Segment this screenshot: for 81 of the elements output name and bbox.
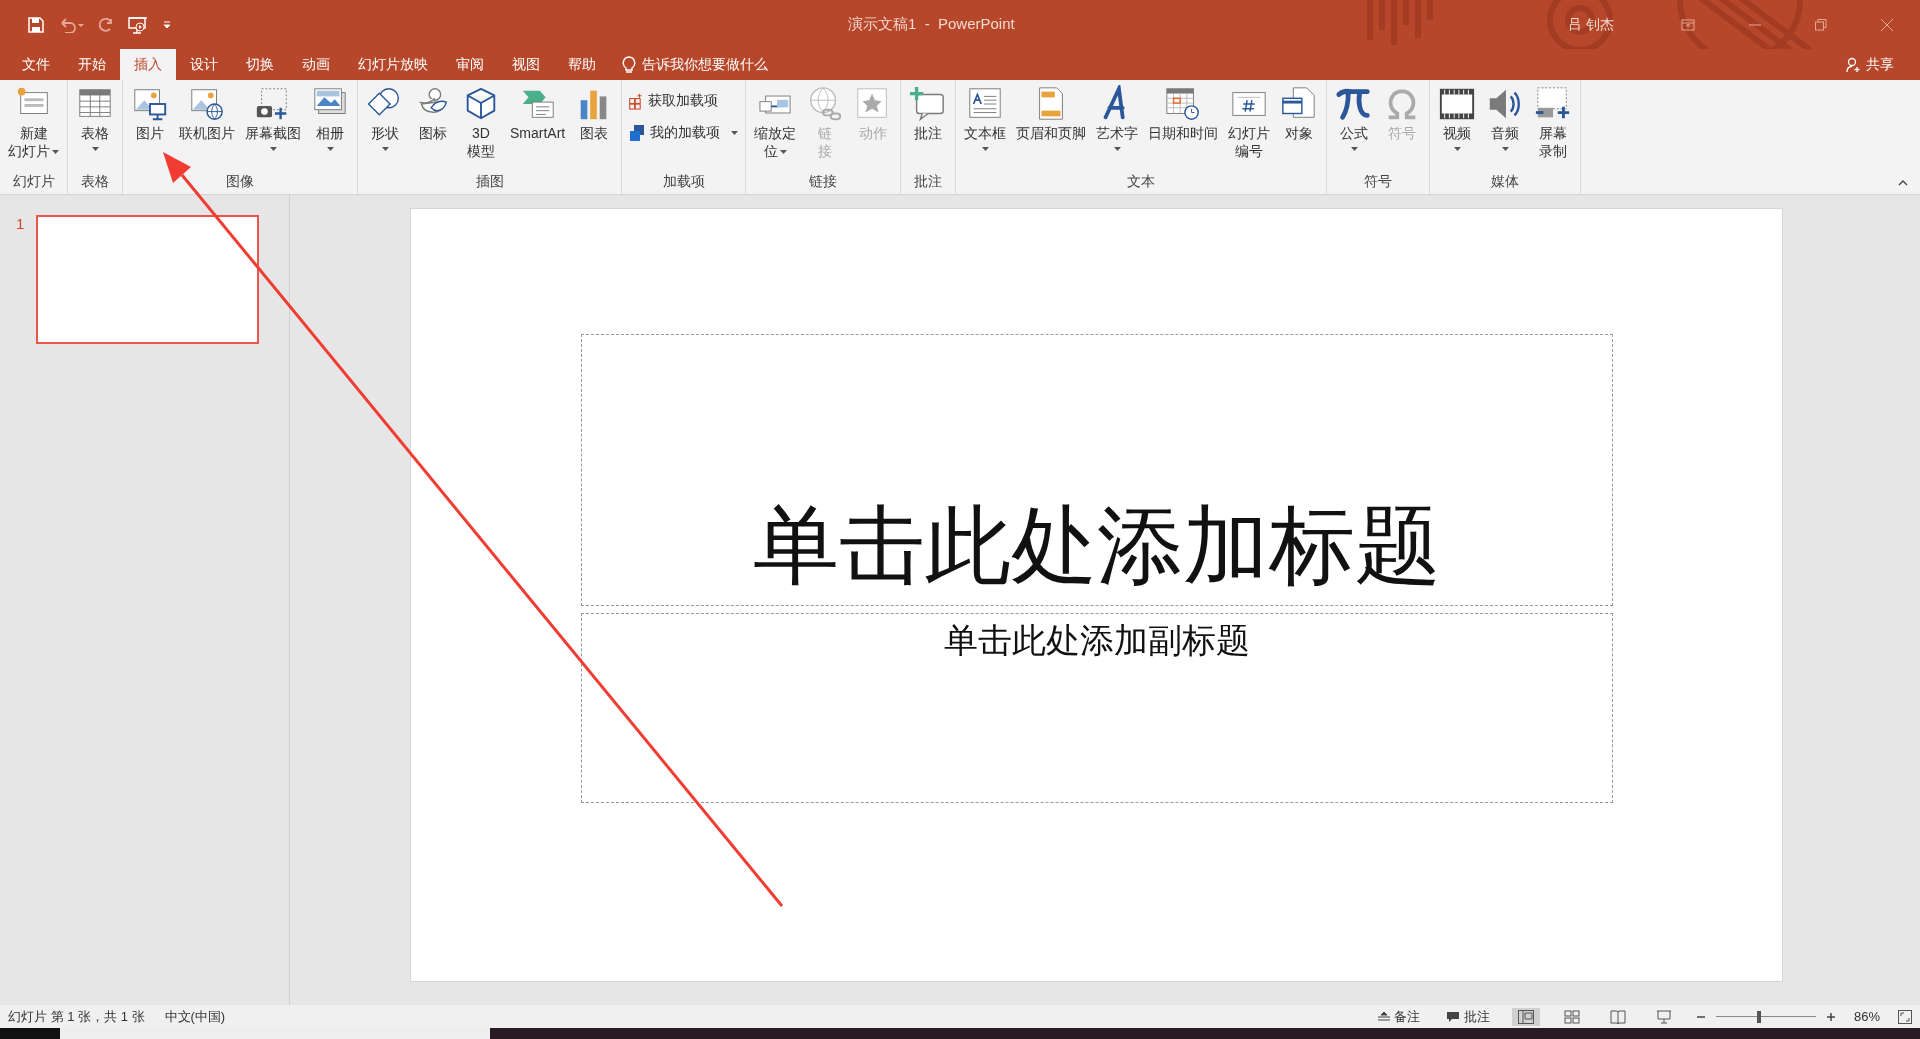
undo-icon[interactable] (58, 16, 84, 33)
share-button[interactable]: 共享 (1840, 49, 1900, 80)
blocks-icon (629, 124, 646, 142)
ribbon-button[interactable]: 相册 (306, 82, 354, 153)
notes-icon (1377, 1011, 1390, 1022)
group-label: 加载项 (661, 173, 706, 191)
ribbon-button[interactable]: 缩放定 位 (749, 82, 802, 162)
ribbon-button[interactable]: 公式 (1330, 82, 1379, 153)
collapse-caret-icon[interactable] (1898, 180, 1908, 186)
window-title: 演示文稿1 - PowerPoint (848, 15, 1015, 34)
notes-button[interactable]: 备注 (1373, 1007, 1424, 1026)
ribbon-button[interactable]: 表格 (71, 82, 119, 153)
view-button[interactable] (1511, 1007, 1540, 1026)
fit-slide-icon[interactable] (1898, 1009, 1912, 1024)
zoom-icon (759, 94, 792, 114)
grid-view-icon (1563, 1009, 1580, 1024)
zoom-percentage[interactable]: 86% (1853, 1009, 1880, 1024)
ribbon-tab[interactable]: 视图 (498, 49, 554, 80)
ribbon-button[interactable]: 图标 (409, 82, 457, 144)
slideshow-icon[interactable] (128, 15, 148, 34)
language-label[interactable]: 中文(中国) (164, 1007, 226, 1026)
comments-button[interactable]: 批注 (1441, 1007, 1494, 1026)
group-label: 批注 (913, 173, 944, 191)
ribbon-tab[interactable]: 文件 (8, 49, 64, 80)
normal-view-icon (1517, 1009, 1534, 1024)
group-label: 图像 (225, 173, 255, 191)
save-icon[interactable] (28, 16, 44, 33)
slide-count: 幻灯片 第 1 张，共 1 张 (8, 1007, 145, 1026)
ribbon-display-icon[interactable] (1681, 18, 1695, 31)
ribbon-button[interactable]: 联机图片 (174, 82, 240, 144)
ribbon-tab[interactable]: 幻灯片放映 (344, 49, 442, 80)
group-label: 链接 (808, 173, 839, 191)
ribbon-button[interactable]: 日期和时间 (1143, 82, 1224, 144)
book-icon (1609, 1009, 1626, 1024)
comment-icon (1445, 1010, 1460, 1023)
redo-icon[interactable] (98, 16, 114, 33)
ribbon-button[interactable]: 图片 (126, 82, 174, 144)
customize-caret-icon[interactable] (162, 19, 172, 30)
group-label: 文本 (1126, 173, 1157, 191)
ribbon-button[interactable]: 我的加载项 (625, 122, 743, 144)
zoom-slider-thumb[interactable] (1756, 1010, 1761, 1023)
ribbon-button[interactable]: 对象 (1275, 82, 1324, 144)
ribbon-button[interactable]: 页眉和页脚 (1011, 82, 1092, 144)
ribbon-tab[interactable]: 插入 (120, 49, 176, 80)
ribbon-button[interactable]: 文本框 (959, 82, 1012, 153)
group-label: 表格 (80, 173, 110, 191)
zoom-in-icon[interactable] (1825, 1011, 1836, 1022)
ribbon-button[interactable]: 形状 (361, 82, 409, 153)
ribbon-tab[interactable]: 切换 (232, 49, 288, 80)
title-placeholder[interactable]: 单击此处添加标题 (580, 334, 1613, 606)
ribbon-tab[interactable]: 帮助 (554, 49, 610, 80)
store-plus-icon (629, 92, 644, 110)
ribbon-button[interactable]: 新建 幻灯片 (3, 82, 64, 162)
tell-me-search[interactable]: 告诉我你想要做什么 (622, 49, 768, 80)
ribbon-button[interactable]: 艺术字 (1091, 82, 1144, 153)
lightbulb-icon (622, 55, 636, 74)
group-label: 符号 (1363, 173, 1394, 191)
ribbon-tab[interactable]: 设计 (176, 49, 232, 80)
ribbon-tab[interactable]: 动画 (288, 49, 344, 80)
group-label: 插图 (474, 173, 505, 191)
presentation-icon (1655, 1009, 1672, 1024)
slide-number: 1 (16, 215, 25, 234)
close-icon[interactable] (1881, 18, 1893, 31)
ribbon-tab[interactable]: 开始 (64, 49, 120, 80)
ribbon-button[interactable]: 获取加载项 (625, 90, 723, 112)
ribbon-button[interactable]: 屏幕截图 (240, 82, 306, 153)
ribbon-button[interactable]: 图表 (570, 82, 619, 144)
group-label: 幻灯片 (11, 173, 56, 191)
restore-icon[interactable] (1815, 18, 1827, 31)
ribbon-button[interactable]: 屏幕 录制 (1529, 82, 1578, 162)
subtitle-placeholder[interactable]: 单击此处添加副标题 (580, 613, 1613, 803)
slide-thumbnail[interactable] (36, 215, 260, 344)
ribbon-button[interactable]: 3D 模型 (457, 82, 505, 162)
ribbon-tab[interactable]: 审阅 (442, 49, 498, 80)
group-label: 媒体 (1490, 173, 1521, 191)
ribbon-button[interactable]: 音频 (1481, 82, 1530, 153)
ribbon-button[interactable]: SmartArt (505, 82, 571, 144)
ribbon-button[interactable]: 视频 (1433, 82, 1482, 153)
person-plus-icon (1846, 56, 1862, 73)
ribbon-button[interactable]: 批注 (904, 82, 953, 144)
ribbon-button[interactable]: 幻灯片 编号 (1223, 82, 1276, 162)
